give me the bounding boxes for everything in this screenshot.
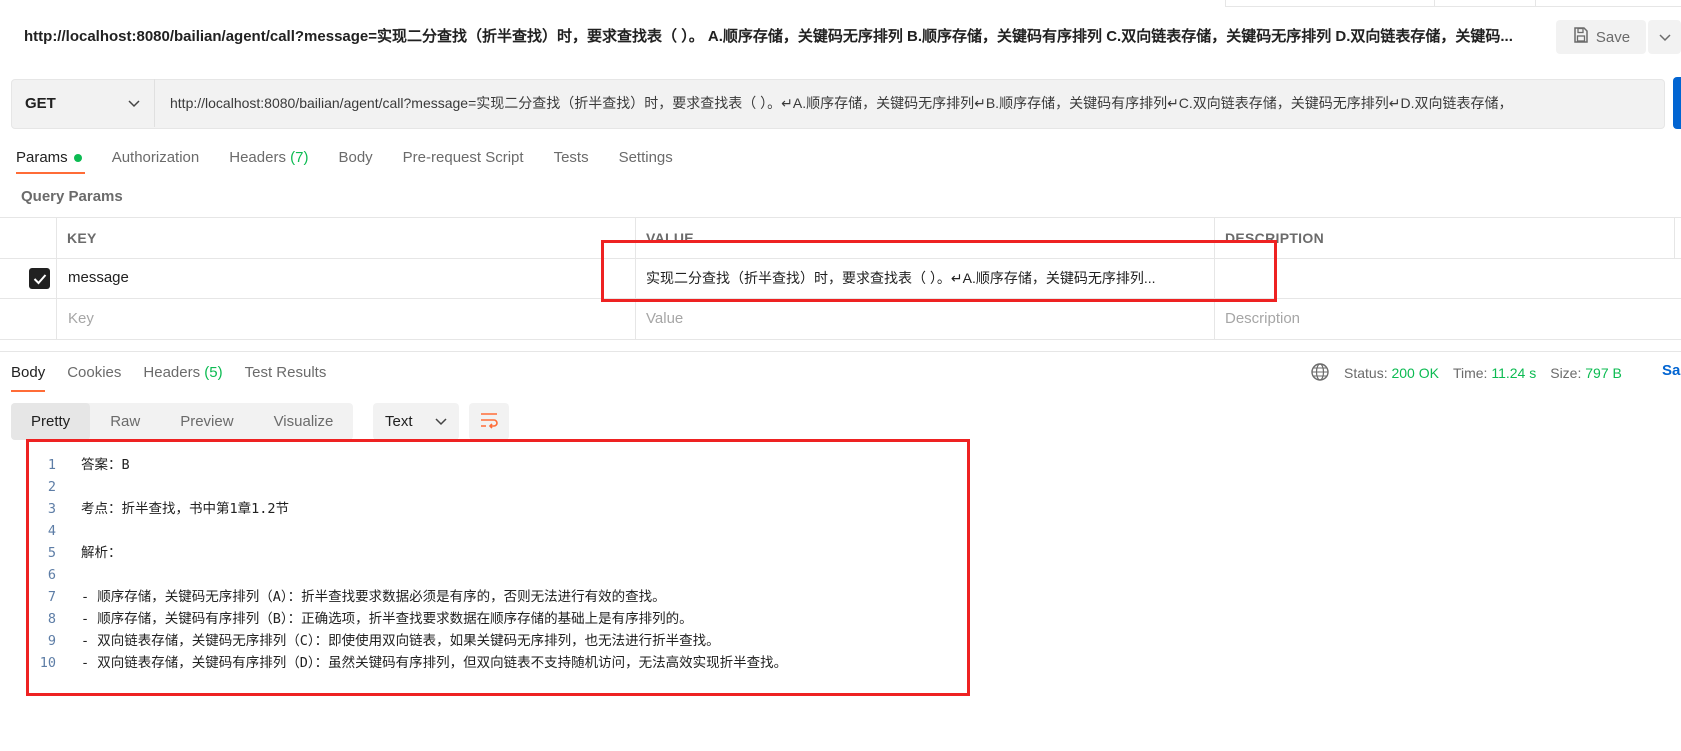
tab-response-headers[interactable]: Headers (5): [132, 362, 233, 392]
size-value: 797 B: [1585, 365, 1622, 381]
format-label: Text: [385, 413, 413, 430]
request-tabs: Params Authorization Headers (7) Body Pr…: [16, 144, 688, 176]
wrap-lines-button[interactable]: [469, 403, 509, 440]
chevron-down-icon: [128, 95, 140, 112]
response-meta: Status: 200 OK Time: 11.24 s Size: 797 B: [1310, 362, 1622, 384]
response-headers-count: (5): [204, 364, 223, 381]
tab-settings[interactable]: Settings: [604, 144, 688, 174]
check-icon: [33, 273, 46, 284]
table-row-empty: Key Value Description: [0, 299, 1681, 340]
params-active-dot: [73, 154, 82, 163]
response-divider: [0, 351, 1681, 352]
save-label: Save: [1595, 28, 1631, 46]
value-highlight-box: [601, 240, 1277, 302]
wrap-lines-icon: [479, 411, 499, 432]
query-params-title: Query Params: [21, 188, 123, 205]
tab-params[interactable]: Params: [16, 144, 97, 174]
tab-authorization[interactable]: Authorization: [97, 144, 215, 174]
size-info[interactable]: Size: 797 B: [1550, 365, 1622, 381]
save-icon: [1572, 26, 1590, 48]
tab-body[interactable]: Body: [323, 144, 387, 174]
view-preview-button[interactable]: Preview: [160, 403, 253, 440]
new-key-input[interactable]: Key: [68, 299, 94, 339]
tab-pre-request-script[interactable]: Pre-request Script: [388, 144, 539, 174]
param-key[interactable]: message: [68, 258, 628, 298]
time-info[interactable]: Time: 11.24 s: [1453, 365, 1536, 381]
send-button[interactable]: [1673, 77, 1681, 129]
view-visualize-button[interactable]: Visualize: [254, 403, 354, 440]
chevron-down-icon: [1658, 29, 1671, 45]
tab-tests[interactable]: Tests: [539, 144, 604, 174]
tab-response-body[interactable]: Body: [11, 362, 56, 392]
method-label: GET: [25, 94, 56, 112]
view-mode-group: Pretty Raw Preview Visualize: [11, 403, 354, 440]
new-description-input[interactable]: Description: [1225, 299, 1300, 339]
method-select[interactable]: GET: [11, 79, 155, 127]
headers-count: (7): [290, 149, 309, 166]
top-tab-strip: [1225, 0, 1681, 7]
view-pretty-button[interactable]: Pretty: [11, 403, 91, 440]
time-value: 11.24 s: [1491, 365, 1537, 381]
param-description[interactable]: [1225, 258, 1665, 298]
response-highlight-box: [26, 439, 970, 696]
new-value-input[interactable]: Value: [646, 299, 683, 339]
save-button[interactable]: Save: [1556, 20, 1646, 54]
save-options-button[interactable]: [1648, 20, 1681, 54]
tab-test-results[interactable]: Test Results: [234, 362, 338, 392]
format-select[interactable]: Text: [373, 403, 459, 440]
url-input[interactable]: http://localhost:8080/bailian/agent/call…: [170, 79, 1660, 127]
status-value: 200 OK: [1391, 365, 1439, 381]
status-info: Status: 200 OK: [1344, 365, 1439, 381]
globe-icon[interactable]: [1310, 362, 1330, 385]
tab-headers[interactable]: Headers (7): [214, 144, 323, 174]
view-raw-button[interactable]: Raw: [90, 403, 160, 440]
key-column-header: KEY: [67, 230, 97, 246]
request-title[interactable]: http://localhost:8080/bailian/agent/call…: [24, 24, 1544, 50]
param-enabled-checkbox[interactable]: [29, 268, 50, 289]
chevron-down-icon: [435, 413, 447, 430]
tab-cookies[interactable]: Cookies: [56, 362, 132, 392]
save-response-button[interactable]: Sa: [1662, 362, 1680, 379]
response-tabs: Body Cookies Headers (5) Test Results: [11, 362, 337, 394]
